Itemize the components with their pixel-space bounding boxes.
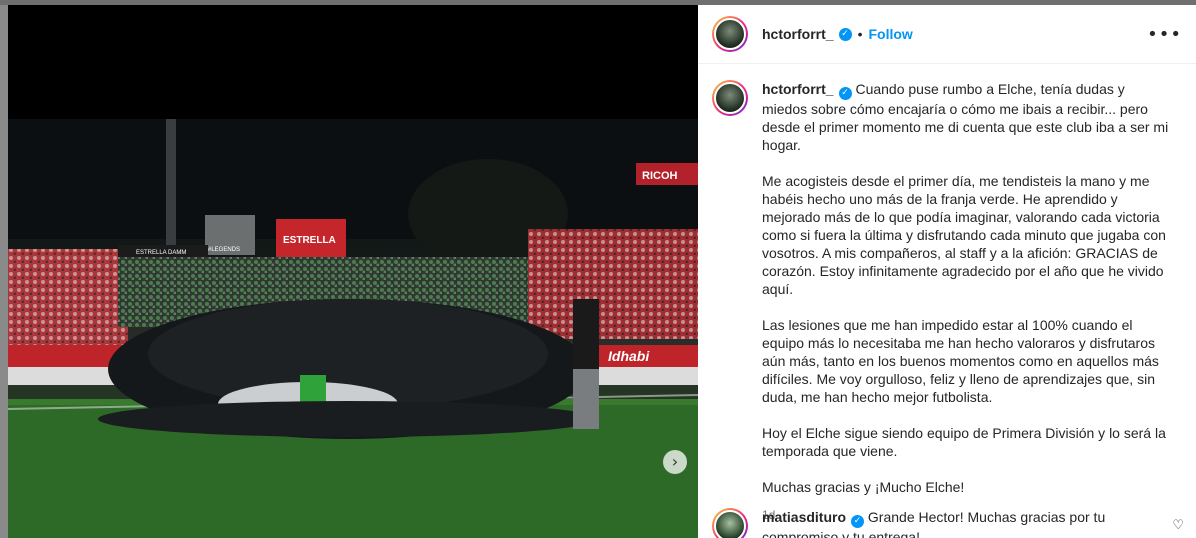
comment-username[interactable]: matiasdituro: [762, 509, 846, 525]
verified-badge-icon: ✓: [851, 515, 865, 528]
more-options-icon[interactable]: •••: [1147, 24, 1182, 45]
avatar[interactable]: [712, 16, 748, 52]
separator-dot: •: [857, 26, 863, 42]
caption-username[interactable]: hctorforrt_: [762, 81, 834, 97]
post-side-panel: hctorforrt_ ✓ • Follow ••• hctorforrt_ ✓ …: [698, 5, 1196, 538]
caption-paragraph: Hoy el Elche sigue siendo equipo de Prim…: [762, 425, 1166, 459]
post-photo: RICOH ESTRELLA #LEGENDS ESTRELLA DAMM Id…: [8, 119, 698, 538]
caption-paragraph: Me acogisteis desde el primer día, me te…: [762, 173, 1166, 297]
caption-body: hctorforrt_ ✓ Cuando puse rumbo a Elche, …: [762, 80, 1172, 524]
svg-text:Idhabi: Idhabi: [608, 348, 650, 364]
banner-ricoh-text: RICOH: [642, 170, 678, 182]
comment-body: matiasdituro ✓ Grande Hector! Muchas grac…: [762, 508, 1162, 538]
comment-avatar[interactable]: [712, 508, 748, 538]
caption-paragraph: Las lesiones que me han impedido estar a…: [762, 317, 1159, 405]
follow-button[interactable]: Follow: [868, 26, 912, 42]
stadium-photo-illustration: RICOH ESTRELLA #LEGENDS ESTRELLA DAMM Id…: [8, 119, 698, 538]
verified-badge-icon: ✓: [838, 87, 852, 100]
heart-icon[interactable]: ♡: [1172, 518, 1184, 533]
verified-badge-icon: ✓: [838, 27, 852, 41]
banner-estrella-text: ESTRELLA: [283, 235, 336, 246]
post-caption: hctorforrt_ ✓ Cuando puse rumbo a Elche, …: [698, 64, 1196, 524]
banner-legends-text: #LEGENDS: [208, 247, 240, 253]
comment-item: matiasdituro ✓ Grande Hector! Muchas grac…: [698, 508, 1196, 538]
caption-avatar[interactable]: [712, 80, 748, 116]
caption-paragraph: Muchas gracias y ¡Mucho Elche!: [762, 479, 965, 495]
post-media[interactable]: RICOH ESTRELLA #LEGENDS ESTRELLA DAMM Id…: [8, 5, 698, 538]
caption-paragraph: hctorforrt_ ✓ Cuando puse rumbo a Elche, …: [762, 80, 1172, 154]
post-header: hctorforrt_ ✓ • Follow •••: [698, 5, 1196, 64]
carousel-next-button[interactable]: ›: [663, 450, 687, 474]
banner-estrella-damm-text: ESTRELLA DAMM: [136, 250, 186, 256]
header-username[interactable]: hctorforrt_: [762, 26, 834, 42]
